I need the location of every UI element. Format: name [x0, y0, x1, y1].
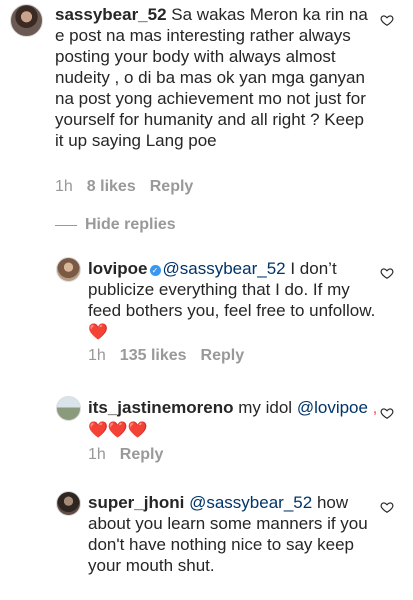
reply-body: my idol — [238, 398, 293, 417]
heart-outline-icon[interactable] — [380, 13, 394, 27]
reply-username[interactable]: lovipoe — [88, 259, 148, 278]
verified-badge-icon: ✓ — [149, 265, 161, 276]
reply-username[interactable]: its_jastinemoreno — [88, 398, 234, 417]
comment-time: 1h — [55, 178, 73, 195]
reply-button[interactable]: Reply — [201, 347, 245, 365]
reply-likes[interactable]: 135 likes — [120, 347, 187, 365]
reply-text: super_jhoni @sassybear_52 how about you … — [88, 492, 378, 576]
heart-outline-icon[interactable] — [380, 266, 394, 280]
avatar-lovipoe[interactable] — [56, 257, 81, 282]
reply-mention[interactable]: @sassybear_52 — [189, 493, 312, 512]
reply-mention[interactable]: @sassybear_52 — [163, 259, 286, 278]
heart-outline-icon[interactable] — [380, 500, 394, 514]
hide-replies-divider — [55, 224, 77, 226]
avatar-super-jhoni[interactable] — [56, 491, 81, 516]
comment-likes[interactable]: 8 likes — [87, 178, 136, 196]
comment-username[interactable]: sassybear_52 — [55, 5, 167, 24]
reply-username[interactable]: super_jhoni — [88, 493, 184, 512]
reply-mention[interactable]: @lovipoe — [297, 398, 368, 417]
reply-time: 1h — [88, 347, 106, 364]
hide-replies-button[interactable]: Hide replies — [55, 216, 176, 234]
comment-body: Sa wakas Meron ka rin na e post na mas i… — [55, 5, 368, 150]
reply-button[interactable]: Reply — [150, 178, 194, 196]
reply-meta: 1h Reply — [88, 446, 163, 464]
reply-text: lovipoe ✓ @sassybear_52 I don’t publicize … — [88, 258, 378, 343]
reply-time: 1h — [88, 446, 106, 463]
heart-emoji: ❤️ — [88, 324, 108, 341]
reply-text: its_jastinemoreno my idol @lovipoe , ❤️❤… — [88, 397, 378, 441]
avatar-jastinemoreno[interactable] — [56, 396, 81, 421]
avatar-sassybear[interactable] — [10, 4, 43, 37]
hide-replies-label: Hide replies — [85, 216, 176, 233]
reply-button[interactable]: Reply — [120, 446, 164, 464]
comment-text: sassybear_52 Sa wakas Meron ka rin na e … — [55, 4, 373, 151]
reply-meta: 1h 135 likes Reply — [88, 347, 244, 365]
comment-meta: 1h 8 likes Reply — [55, 178, 193, 196]
heart-outline-icon[interactable] — [380, 406, 394, 420]
